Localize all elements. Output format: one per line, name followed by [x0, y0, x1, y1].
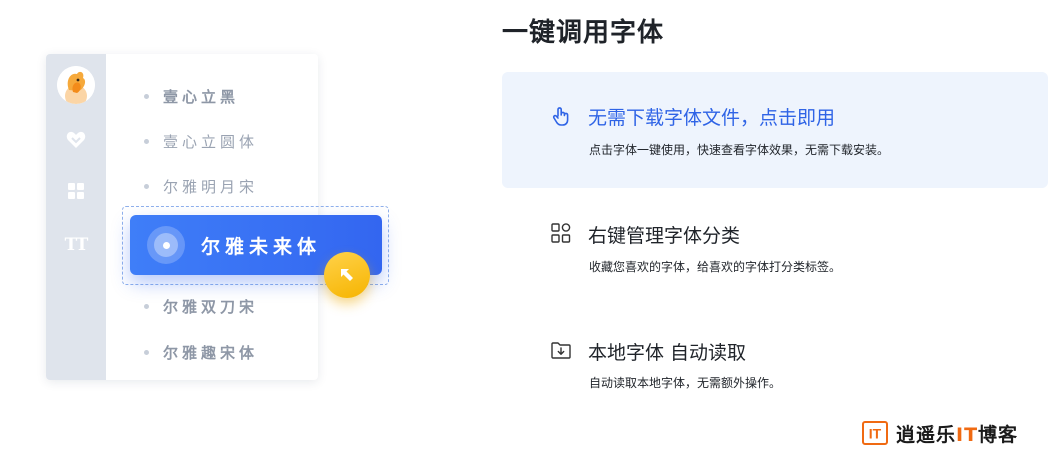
feature-title: 右键管理字体分类	[588, 225, 741, 247]
font-list-item[interactable]: 尔雅双刀宋	[144, 294, 258, 318]
side-rail: TT	[46, 54, 106, 380]
feature-title: 无需下载字体文件，点击即用	[588, 107, 836, 129]
font-list-item[interactable]: 尔雅明月宋	[144, 174, 258, 198]
page-title: 一键调用字体	[502, 18, 665, 48]
feature-item-local-fonts[interactable]: 本地字体 自动读取 自动读取本地字体，无需额外操作。	[502, 306, 1048, 406]
feature-title: 本地字体 自动读取	[588, 342, 747, 364]
grid-icon[interactable]	[64, 179, 88, 203]
category-icon	[551, 223, 571, 243]
feature-item-click-to-use[interactable]: 无需下载字体文件，点击即用 点击字体一键使用，快速查看字体效果，无需下载安装。	[502, 72, 1048, 188]
font-name: 尔雅趣宋体	[163, 343, 259, 362]
bullet-dot	[144, 93, 149, 99]
heart-icon[interactable]	[64, 128, 88, 152]
cursor-arrow-icon	[324, 252, 370, 298]
bullet-dot	[144, 138, 149, 144]
tap-icon	[552, 107, 569, 126]
feature-description: 自动读取本地字体，无需额外操作。	[589, 376, 782, 390]
font-name: 尔雅明月宋	[163, 177, 259, 196]
feature-description: 点击字体一键使用，快速查看字体效果，无需下载安装。	[589, 143, 890, 157]
selected-font-name: 尔雅未来体	[201, 235, 322, 258]
avatar-icon	[57, 66, 95, 104]
avatar[interactable]	[57, 66, 95, 104]
bullet-dot	[144, 303, 149, 309]
folder-download-icon	[551, 342, 571, 359]
font-name: 尔雅双刀宋	[163, 297, 259, 316]
font-name: 壹心立圆体	[163, 132, 259, 151]
font-list-item[interactable]: 壹心立黑	[144, 84, 239, 108]
font-name: 壹心立黑	[163, 87, 240, 106]
it-logo-icon: IT	[862, 421, 888, 445]
bullet-dot	[144, 183, 149, 189]
bullet-dot	[144, 349, 149, 355]
radio-dot-icon	[147, 226, 185, 264]
text-size-icon[interactable]: TT	[64, 233, 89, 257]
watermark-text: 逍遥乐IT博客	[896, 423, 1019, 446]
font-list-item[interactable]: 壹心立圆体	[144, 129, 258, 153]
font-list-item[interactable]: 尔雅趣宋体	[144, 340, 258, 364]
feature-description: 收藏您喜欢的字体，给喜欢的字体打分类标签。	[589, 260, 842, 274]
feature-item-category[interactable]: 右键管理字体分类 收藏您喜欢的字体，给喜欢的字体打分类标签。	[502, 190, 1048, 300]
svg-text:IT: IT	[869, 426, 882, 442]
blog-watermark: IT 逍遥乐IT博客	[862, 420, 1018, 446]
